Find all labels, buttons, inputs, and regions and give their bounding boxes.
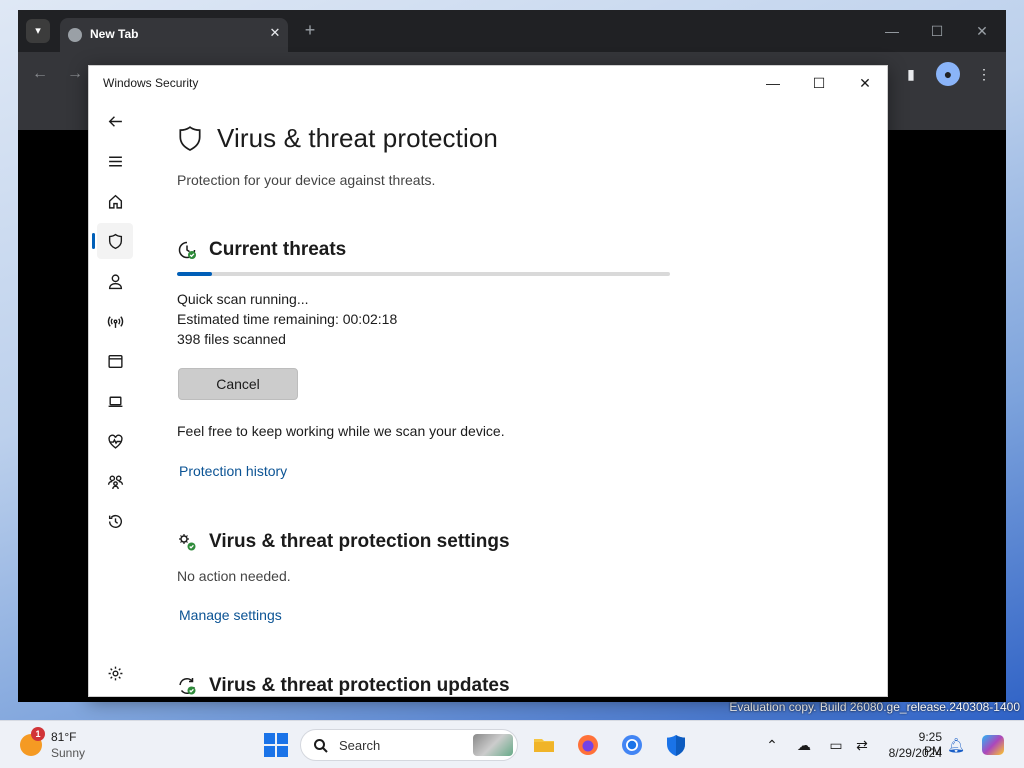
weather-badge: 1	[31, 727, 45, 741]
search-icon	[314, 739, 328, 753]
window-title-bar[interactable]: Windows Security — ☐ ✕	[89, 66, 887, 99]
side-panel-icon[interactable]: ▮	[899, 62, 923, 86]
profile-avatar-icon[interactable]: ●	[936, 62, 960, 86]
time-remaining: Estimated time remaining: 00:02:18	[177, 311, 397, 327]
account-icon[interactable]	[97, 263, 133, 299]
family-icon[interactable]	[97, 463, 133, 499]
shield-icon[interactable]	[97, 223, 133, 259]
scan-status: Quick scan running...	[177, 291, 309, 307]
start-logo-tile	[277, 746, 288, 757]
back-icon[interactable]	[97, 103, 133, 139]
shield-outline-icon	[179, 125, 201, 151]
browser-forward-button[interactable]: →	[64, 63, 86, 85]
time-remaining-label: Estimated time remaining:	[177, 311, 339, 327]
notification-bell-icon[interactable]: 🔔︎	[946, 735, 966, 755]
globe-icon	[68, 28, 82, 42]
window-close-button[interactable]: ✕	[842, 70, 887, 96]
tab-close-icon[interactable]: ✕	[266, 24, 284, 42]
protection-updates-title: Virus & threat protection updates	[209, 675, 510, 696]
sidebar	[89, 99, 141, 696]
files-scanned-count: 398	[177, 331, 201, 347]
menu-icon[interactable]	[97, 143, 133, 179]
scan-progress-bar	[177, 272, 670, 276]
search-highlight-art	[473, 734, 513, 756]
files-scanned: 398 files scanned	[177, 331, 286, 347]
settings-gears-icon	[179, 534, 196, 551]
update-sync-icon	[179, 678, 196, 695]
weather-temperature[interactable]: 81°F	[51, 730, 76, 744]
browser-maximize-button[interactable]: ☐	[927, 22, 947, 40]
scan-note: Feel free to keep working while we scan …	[177, 423, 505, 439]
search-placeholder: Search	[339, 738, 381, 753]
browser-menu-icon[interactable]: ⋮	[972, 62, 996, 86]
current-threats-header: Current threats	[177, 239, 346, 261]
settings-icon[interactable]	[97, 655, 133, 691]
browser-tab-strip: ▾ New Tab ✕ + — ☐ ✕	[18, 10, 1006, 52]
protection-settings-header: Virus & threat protection settings	[177, 531, 510, 553]
current-threats-title: Current threats	[209, 239, 347, 260]
time-remaining-value: 00:02:18	[342, 311, 398, 327]
window-minimize-button[interactable]: —	[750, 70, 796, 96]
settings-status: No action needed.	[177, 568, 291, 584]
health-icon[interactable]	[97, 423, 133, 459]
browser-minimize-button[interactable]: —	[882, 22, 902, 40]
network-icon[interactable]	[97, 303, 133, 339]
page-header: Virus & threat protection	[177, 123, 498, 154]
page-title: Virus & threat protection	[217, 123, 498, 153]
scan-clock-icon	[178, 241, 196, 259]
cancel-scan-button[interactable]: Cancel	[178, 368, 298, 400]
protection-history-link[interactable]: Protection history	[179, 463, 287, 479]
page-subtitle: Protection for your device against threa…	[177, 172, 436, 188]
display-icon[interactable]: ▭	[826, 735, 846, 755]
browser-tab[interactable]: New Tab ✕	[60, 18, 288, 52]
browser-back-button[interactable]: ←	[29, 63, 51, 85]
files-scanned-label: files scanned	[204, 331, 286, 347]
start-logo-tile	[277, 733, 288, 744]
start-button[interactable]	[264, 733, 288, 757]
copilot-icon[interactable]	[982, 735, 1004, 755]
active-nav-indicator	[92, 233, 95, 249]
taskbar: 1 81°F Sunny Search ⌃ ☁ ▭ ⇄ 9:25 PM 8/29…	[0, 720, 1024, 768]
clock-date[interactable]: 8/29/2024	[884, 746, 942, 760]
app-browser-icon[interactable]	[97, 343, 133, 379]
start-logo-tile	[264, 746, 275, 757]
weather-condition[interactable]: Sunny	[51, 746, 85, 760]
browser-close-button[interactable]: ✕	[972, 22, 992, 40]
device-security-icon[interactable]	[97, 383, 133, 419]
browser-tab-title: New Tab	[90, 27, 139, 41]
scan-progress-fill	[177, 272, 212, 276]
taskbar-search[interactable]: Search	[300, 729, 518, 761]
window-maximize-button[interactable]: ☐	[796, 70, 842, 96]
tab-search-button[interactable]: ▾	[26, 19, 50, 43]
protection-updates-header: Virus & threat protection updates	[177, 675, 510, 696]
onedrive-icon[interactable]: ☁	[794, 735, 814, 755]
windows-security-window: Windows Security — ☐ ✕ Virus & threat pr…	[88, 65, 888, 697]
windows-security-icon[interactable]	[662, 731, 690, 759]
evaluation-watermark: Evaluation copy. Build 26080.ge_release.…	[729, 700, 1020, 714]
home-icon[interactable]	[97, 183, 133, 219]
chevron-up-icon[interactable]: ⌃	[762, 735, 782, 755]
start-logo-tile	[264, 733, 275, 744]
window-title: Windows Security	[103, 76, 199, 90]
history-icon[interactable]	[97, 503, 133, 539]
chrome-icon[interactable]	[618, 731, 646, 759]
main-content: Virus & threat protection Protection for…	[141, 99, 887, 696]
firefox-icon[interactable]	[574, 731, 602, 759]
manage-settings-link[interactable]: Manage settings	[179, 607, 282, 623]
network-status-icon[interactable]: ⇄	[852, 735, 872, 755]
file-explorer-icon[interactable]	[530, 731, 558, 759]
protection-settings-title: Virus & threat protection settings	[209, 531, 510, 552]
new-tab-button[interactable]: +	[300, 20, 320, 40]
